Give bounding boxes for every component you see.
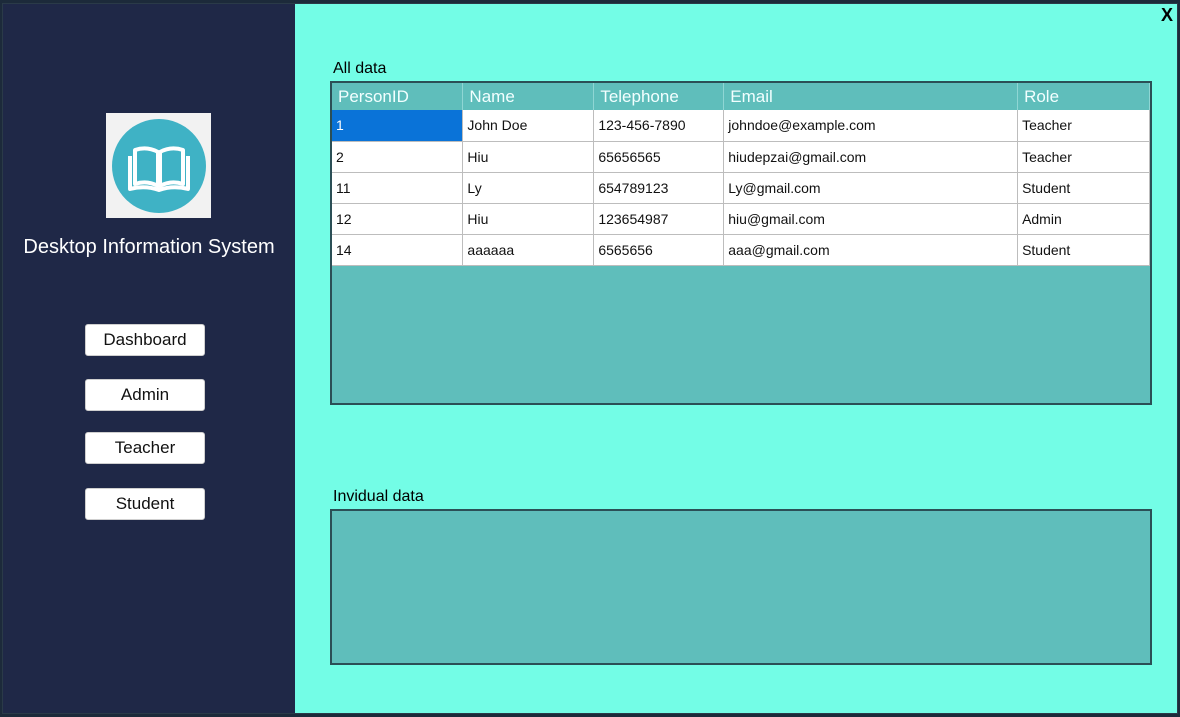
table-row[interactable]: 14 aaaaaa 6565656 aaa@gmail.com Student bbox=[332, 234, 1150, 266]
table-cell[interactable]: aaa@gmail.com bbox=[723, 234, 1019, 266]
table-cell[interactable]: Ly@gmail.com bbox=[723, 172, 1019, 204]
table-cell[interactable]: 14 bbox=[332, 234, 464, 266]
all-data-label: All data bbox=[333, 60, 387, 77]
table-cell[interactable]: Hiu bbox=[462, 203, 595, 235]
table-cell[interactable]: John Doe bbox=[462, 110, 595, 142]
column-header[interactable]: Telephone bbox=[593, 83, 725, 110]
table-cell[interactable]: hiudepzai@gmail.com bbox=[723, 141, 1019, 173]
table-row[interactable]: 1 John Doe 123-456-7890 johndoe@example.… bbox=[332, 110, 1150, 142]
app-window: Desktop Information System Dashboard Adm… bbox=[2, 3, 1178, 714]
table-row[interactable]: 11 Ly 654789123 Ly@gmail.com Student bbox=[332, 172, 1150, 204]
admin-button[interactable]: Admin bbox=[85, 379, 205, 411]
table-cell[interactable]: Student bbox=[1017, 234, 1150, 266]
table-cell[interactable]: Admin bbox=[1017, 203, 1150, 235]
table-header-row: PersonID Name Telephone Email Role bbox=[332, 83, 1150, 110]
table-cell[interactable]: Teacher bbox=[1017, 141, 1150, 173]
close-icon[interactable]: X bbox=[1161, 5, 1173, 25]
table-cell[interactable]: Hiu bbox=[462, 141, 595, 173]
student-button[interactable]: Student bbox=[85, 488, 205, 520]
table-cell[interactable]: 6565656 bbox=[593, 234, 725, 266]
table-cell[interactable]: aaaaaa bbox=[462, 234, 595, 266]
data-table: PersonID Name Telephone Email Role 1 Joh… bbox=[332, 83, 1150, 266]
column-header[interactable]: Role bbox=[1017, 83, 1150, 110]
table-cell[interactable]: Ly bbox=[462, 172, 595, 204]
column-header[interactable]: PersonID bbox=[332, 83, 464, 110]
column-header[interactable]: Email bbox=[723, 83, 1019, 110]
column-header[interactable]: Name bbox=[462, 83, 595, 110]
table-cell[interactable]: 1 bbox=[332, 110, 464, 142]
individual-data-panel[interactable] bbox=[330, 509, 1152, 665]
table-cell[interactable]: 12 bbox=[332, 203, 464, 235]
all-data-grid[interactable]: PersonID Name Telephone Email Role 1 Joh… bbox=[330, 81, 1152, 405]
table-cell[interactable]: johndoe@example.com bbox=[723, 110, 1019, 142]
table-cell[interactable]: Teacher bbox=[1017, 110, 1150, 142]
table-cell[interactable]: 123-456-7890 bbox=[593, 110, 725, 142]
table-cell[interactable]: 11 bbox=[332, 172, 464, 204]
app-title: Desktop Information System bbox=[23, 236, 275, 258]
logo bbox=[106, 113, 211, 218]
sidebar: Desktop Information System Dashboard Adm… bbox=[3, 4, 295, 713]
teacher-button[interactable]: Teacher bbox=[85, 432, 205, 464]
table-cell[interactable]: 2 bbox=[332, 141, 464, 173]
table-row[interactable]: 2 Hiu 65656565 hiudepzai@gmail.com Teach… bbox=[332, 141, 1150, 173]
open-book-icon bbox=[111, 118, 206, 213]
table-cell[interactable]: 65656565 bbox=[593, 141, 725, 173]
table-cell[interactable]: 123654987 bbox=[593, 203, 725, 235]
table-row[interactable]: 12 Hiu 123654987 hiu@gmail.com Admin bbox=[332, 203, 1150, 235]
dashboard-button[interactable]: Dashboard bbox=[85, 324, 205, 356]
table-cell[interactable]: Student bbox=[1017, 172, 1150, 204]
table-cell[interactable]: hiu@gmail.com bbox=[723, 203, 1019, 235]
individual-data-label: Invidual data bbox=[333, 488, 424, 505]
table-cell[interactable]: 654789123 bbox=[593, 172, 725, 204]
